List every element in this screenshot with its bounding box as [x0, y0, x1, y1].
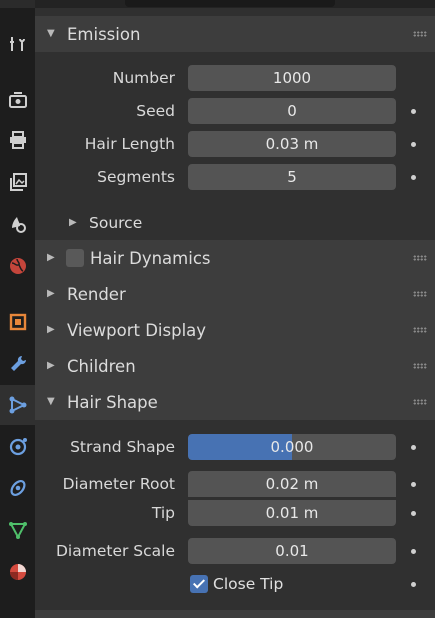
hair-dynamics-checkbox[interactable] — [66, 249, 84, 267]
hair-shape-panel-header[interactable]: ▼ Hair Shape — [35, 384, 435, 420]
constraints-icon — [9, 479, 26, 497]
keyframe-dot-icon[interactable] — [411, 481, 416, 487]
hair-length-field[interactable]: 0.03 m — [188, 131, 396, 157]
field-label: Diameter Root — [62, 475, 175, 493]
world-icon — [9, 258, 26, 274]
keyframe-dot-icon[interactable] — [411, 581, 416, 587]
panel-title: Viewport Display — [67, 320, 207, 340]
panel-title: Hair Shape — [67, 392, 158, 412]
close-tip-checkbox[interactable] — [190, 575, 208, 593]
tab-output[interactable] — [0, 120, 35, 160]
drag-grip-icon[interactable] — [413, 399, 427, 405]
render-panel-header[interactable]: ▶ Render — [35, 276, 435, 312]
seed-field[interactable]: 0 — [188, 98, 396, 124]
top-header — [10, 0, 435, 8]
tip-row: Tip 0.01 m — [35, 499, 435, 527]
drag-grip-icon[interactable] — [413, 255, 427, 261]
material-icon — [9, 564, 26, 580]
properties-tab-strip — [0, 0, 35, 618]
view-layer-icon — [9, 173, 27, 191]
scene-icon — [11, 217, 26, 233]
tab-modifier[interactable] — [0, 344, 35, 384]
field-label: Strand Shape — [70, 438, 175, 456]
viewport-display-panel-header[interactable]: ▶ Viewport Display — [35, 312, 435, 348]
field-label: Diameter Scale — [56, 542, 175, 560]
keyframe-dot-icon[interactable] — [411, 548, 416, 554]
slider-value: 0.000 — [270, 438, 314, 456]
field-label: Number — [112, 69, 175, 87]
keyframe-dot-icon[interactable] — [411, 510, 416, 516]
panel-title: Children — [67, 356, 136, 376]
strand-shape-row: Strand Shape 0.000 — [35, 433, 435, 461]
field-label: Tip — [151, 504, 175, 522]
expand-right-icon: ▶ — [47, 324, 55, 335]
segments-field[interactable]: 5 — [188, 164, 396, 190]
keyframe-dot-icon[interactable] — [411, 141, 416, 147]
render-icon — [8, 92, 27, 108]
number-field[interactable]: 1000 — [188, 65, 396, 91]
expand-down-icon: ▼ — [47, 396, 55, 407]
modifier-icon — [10, 355, 26, 371]
tip-field[interactable]: 0.01 m — [188, 500, 396, 526]
field-label: Segments — [97, 168, 175, 186]
strand-shape-slider[interactable]: 0.000 — [188, 434, 396, 460]
expand-right-icon: ▶ — [47, 360, 55, 371]
search-field[interactable] — [125, 0, 335, 7]
tab-render[interactable] — [0, 80, 35, 120]
keyframe-dot-icon[interactable] — [411, 108, 416, 114]
tab-object[interactable] — [0, 302, 35, 342]
close-tip-label: Close Tip — [213, 575, 284, 593]
expand-right-icon: ▶ — [47, 252, 55, 263]
drag-grip-icon[interactable] — [413, 363, 427, 369]
diameter-root-field[interactable]: 0.02 m — [188, 471, 396, 497]
tool-icon — [9, 37, 25, 51]
tab-constraints[interactable] — [0, 468, 35, 508]
hair-dynamics-panel-header[interactable]: ▶ Hair Dynamics — [35, 240, 435, 276]
tab-material[interactable] — [0, 552, 35, 592]
expand-down-icon: ▼ — [47, 28, 55, 39]
seed-row: Seed 0 — [35, 97, 435, 125]
tab-particles[interactable] — [0, 385, 35, 425]
expand-right-icon: ▶ — [47, 288, 55, 299]
drag-grip-icon[interactable] — [413, 31, 427, 37]
keyframe-dot-icon[interactable] — [411, 444, 416, 450]
close-tip-row: Close Tip — [35, 570, 435, 598]
source-subpanel-header[interactable]: ▶ Source — [35, 205, 435, 241]
segments-row: Segments 5 — [35, 163, 435, 191]
panel-title: Render — [67, 284, 126, 304]
subpanel-title: Source — [89, 214, 143, 232]
tab-object-data[interactable] — [0, 510, 35, 550]
panel-bottom-edge — [35, 610, 435, 618]
tab-view-layer[interactable] — [0, 162, 35, 202]
expand-right-icon: ▶ — [69, 217, 77, 228]
tab-world[interactable] — [0, 246, 35, 286]
drag-grip-icon[interactable] — [413, 327, 427, 333]
diameter-root-row: Diameter Root 0.02 m — [35, 470, 435, 498]
hair-length-row: Hair Length 0.03 m — [35, 130, 435, 158]
number-row: Number 1000 — [35, 64, 435, 92]
object-icon — [9, 313, 26, 331]
drag-grip-icon[interactable] — [413, 291, 427, 297]
panel-title: Hair Dynamics — [90, 248, 211, 268]
tab-physics[interactable] — [0, 426, 35, 466]
emission-panel-header[interactable]: ▼ Emission — [35, 16, 435, 52]
output-icon — [9, 131, 26, 149]
panel-title: Emission — [67, 24, 141, 44]
physics-icon — [9, 438, 27, 456]
diameter-scale-field[interactable]: 0.01 — [188, 538, 396, 564]
keyframe-dot-icon[interactable] — [411, 174, 416, 180]
children-panel-header[interactable]: ▶ Children — [35, 348, 435, 384]
object-data-icon — [8, 522, 27, 540]
tab-tool[interactable] — [0, 24, 35, 64]
field-label: Seed — [136, 102, 175, 120]
field-label: Hair Length — [84, 135, 175, 153]
tab-scene[interactable] — [0, 204, 35, 244]
diameter-scale-row: Diameter Scale 0.01 — [35, 537, 435, 565]
particles-icon — [9, 396, 26, 414]
